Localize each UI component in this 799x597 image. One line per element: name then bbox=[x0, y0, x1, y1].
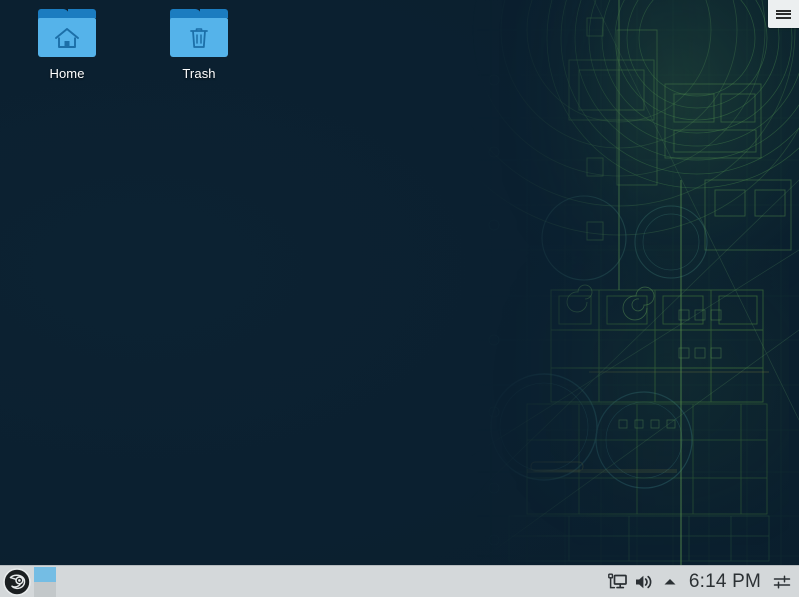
hamburger-menu-button[interactable] bbox=[768, 0, 799, 28]
taskbar-clock[interactable]: 6:14 PM bbox=[683, 567, 769, 597]
sliders-settings-icon[interactable] bbox=[769, 567, 795, 597]
opensuse-chameleon-icon bbox=[3, 567, 31, 596]
network-wired-icon[interactable] bbox=[605, 567, 631, 597]
desktop-icon-home[interactable]: Home bbox=[17, 9, 117, 83]
window-button[interactable] bbox=[34, 567, 56, 597]
blueprint-pattern bbox=[469, 0, 799, 565]
volume-speaker-icon[interactable] bbox=[631, 567, 657, 597]
desktop-wallpaper bbox=[0, 0, 799, 597]
task-list bbox=[34, 566, 605, 597]
desktop-root: Home Trash 6:14 PM bbox=[0, 0, 799, 597]
system-tray: 6:14 PM bbox=[605, 566, 799, 597]
folder-trash-icon bbox=[170, 9, 228, 57]
taskbar: 6:14 PM bbox=[0, 565, 799, 597]
desktop-icon-trash[interactable]: Trash bbox=[149, 9, 249, 83]
application-launcher-button[interactable] bbox=[0, 566, 34, 597]
desktop-icon-label: Home bbox=[49, 66, 85, 81]
chevron-up-icon[interactable] bbox=[657, 567, 683, 597]
folder-home-icon bbox=[38, 9, 96, 57]
hamburger-icon bbox=[776, 8, 791, 20]
desktop-icon-label: Trash bbox=[182, 66, 216, 81]
